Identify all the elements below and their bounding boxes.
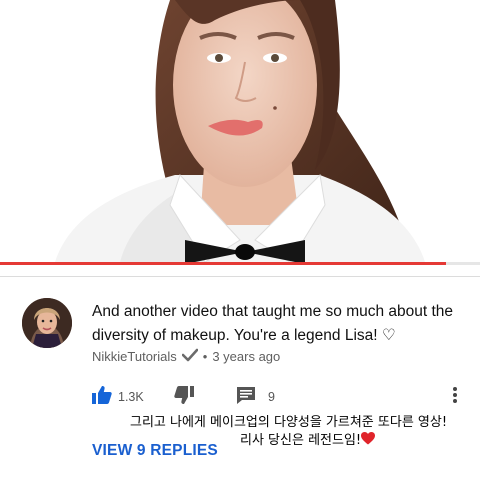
comment-icon xyxy=(236,386,256,407)
more-vert-icon xyxy=(452,386,458,407)
video-frame-image xyxy=(0,0,480,270)
translation-line-2: 리사 당신은 레전드임! xyxy=(240,433,362,448)
thumbs-up-icon xyxy=(92,386,112,407)
like-button[interactable]: 1.3K xyxy=(92,386,144,407)
meta-separator: • xyxy=(202,349,208,364)
reply-count: 9 xyxy=(268,389,275,404)
video-player[interactable] xyxy=(0,0,480,270)
comment-meta: NikkieTutorials • 3 years ago xyxy=(92,348,280,365)
video-progress-fill xyxy=(0,262,447,265)
more-options-button[interactable] xyxy=(452,386,458,407)
comment-text: And another video that taught me so much… xyxy=(92,303,454,344)
dislike-button[interactable] xyxy=(174,386,194,407)
avatar[interactable] xyxy=(22,298,72,348)
view-replies-button[interactable]: VIEW 9 REPLIES xyxy=(92,442,218,460)
thumbs-down-icon xyxy=(174,386,194,407)
like-count: 1.3K xyxy=(118,389,144,404)
divider xyxy=(0,276,480,277)
avatar-image xyxy=(22,298,72,348)
reply-button[interactable]: 9 xyxy=(236,386,275,407)
comment-author[interactable]: NikkieTutorials xyxy=(92,349,177,364)
verified-check-icon xyxy=(181,348,199,365)
video-progress-bar[interactable] xyxy=(0,262,480,265)
heart-icon xyxy=(361,432,376,448)
translation-line-1: 그리고 나에게 메이크업의 다양성을 가르쳐준 또다른 영상! xyxy=(130,415,448,430)
comment-time: 3 years ago xyxy=(212,349,281,364)
comment-actions: 1.3K 9 xyxy=(92,386,472,408)
